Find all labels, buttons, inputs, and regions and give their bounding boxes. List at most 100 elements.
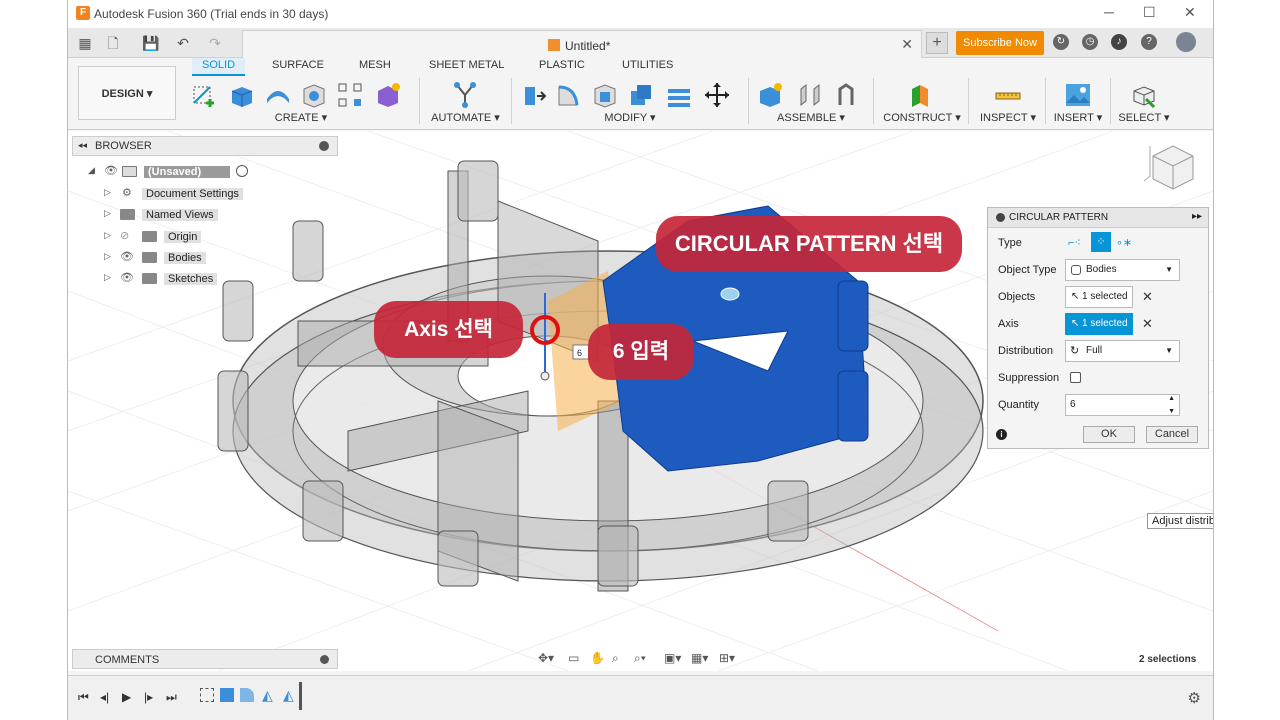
type-faces-icon[interactable]: ∘∗ (1116, 236, 1132, 249)
tree-item-named-views[interactable]: ▷ Named Views (104, 206, 304, 224)
clear-objects-icon[interactable]: ✕ (1142, 289, 1153, 305)
tab-solid[interactable]: SOLID (192, 58, 246, 76)
pan-icon[interactable]: ✋ (590, 651, 605, 665)
view-cube[interactable] (1143, 145, 1194, 190)
clear-axis-icon[interactable]: ✕ (1142, 316, 1153, 332)
look-at-icon[interactable]: ▭ (568, 651, 579, 665)
viewports-icon[interactable]: ⊞▾ (719, 651, 735, 665)
create-menu[interactable]: CREATE ▾ (186, 111, 416, 124)
expand-arrow-icon[interactable]: ▷ (104, 230, 111, 241)
grid-settings-icon[interactable]: ▦▾ (691, 651, 708, 665)
save-icon[interactable]: 💾 (142, 34, 160, 52)
comments-panel[interactable]: COMMENTS (72, 649, 338, 669)
timeline-fillet-icon[interactable] (240, 688, 254, 702)
browser-panel-header[interactable]: ◂◂ BROWSER (72, 136, 338, 156)
expand-arrow-icon[interactable]: ▷ (104, 187, 111, 198)
insert-menu[interactable]: INSERT ▾ (1048, 111, 1108, 124)
rectangular-pattern-icon[interactable] (336, 81, 364, 109)
construct-menu[interactable]: CONSTRUCT ▾ (878, 111, 966, 124)
tab-mesh[interactable]: MESH (359, 58, 391, 76)
collapse-left-icon[interactable]: ◂◂ (78, 140, 87, 151)
automate-menu[interactable]: AUTOMATE ▾ (423, 111, 508, 124)
comments-add-icon[interactable] (320, 655, 329, 664)
maximize-icon[interactable]: ☐ (1143, 4, 1156, 21)
create-form-icon[interactable] (374, 81, 402, 109)
modify-menu[interactable]: MODIFY ▾ (515, 111, 745, 124)
extensions-icon[interactable]: ↻ (1053, 34, 1069, 50)
step-back-icon[interactable]: ◂| (100, 690, 109, 704)
automate-icon[interactable] (451, 81, 479, 109)
distribution-select[interactable]: ↻ Full ▼ (1065, 340, 1180, 362)
job-status-icon[interactable]: ◷ (1082, 34, 1098, 50)
tree-item-origin[interactable]: ▷ ⊘ Origin (104, 228, 304, 246)
tab-utilities[interactable]: UTILITIES (622, 58, 673, 76)
insert-image-icon[interactable] (1064, 81, 1092, 109)
help-icon[interactable]: ? (1141, 34, 1157, 50)
extrude-icon[interactable] (228, 81, 256, 109)
notifications-icon[interactable]: ♪ (1111, 34, 1127, 50)
timeline-marker[interactable] (299, 682, 302, 710)
eye-icon[interactable]: 👁 (120, 250, 134, 263)
expand-arrow-icon[interactable]: ▷ (104, 272, 111, 283)
close-tab-icon[interactable]: ✕ (901, 36, 913, 53)
measure-icon[interactable] (994, 81, 1022, 109)
revolve-icon[interactable] (264, 81, 292, 109)
eye-icon[interactable]: 👁 (120, 271, 134, 284)
redo-icon[interactable]: ↷ (206, 34, 224, 52)
tab-surface[interactable]: SURFACE (272, 58, 324, 76)
tree-item-bodies[interactable]: ▷ 👁 Bodies (104, 249, 304, 267)
tab-plastic[interactable]: PLASTIC (539, 58, 585, 76)
info-icon[interactable]: i (996, 429, 1007, 440)
tab-sheet-metal[interactable]: SHEET METAL (429, 58, 504, 76)
subscribe-button[interactable]: Subscribe Now (956, 31, 1044, 55)
zoom-icon[interactable]: ⌕ (612, 651, 619, 666)
objects-selector[interactable]: ↖ 1 selected (1065, 286, 1133, 308)
fillet-icon[interactable] (555, 81, 583, 109)
play-icon[interactable]: ▶ (122, 690, 131, 704)
timeline-sketch-icon[interactable] (200, 688, 214, 702)
new-tab-button[interactable]: + (926, 32, 948, 54)
object-type-select[interactable]: Bodies ▼ (1065, 259, 1180, 281)
tree-item-sketches[interactable]: ▷ 👁 Sketches (104, 270, 304, 288)
expand-dialog-icon[interactable]: ▸▸ (1192, 211, 1202, 222)
press-pull-icon[interactable] (519, 81, 547, 109)
collapse-arrow-icon[interactable]: ◢ (88, 165, 95, 176)
browser-pin-icon[interactable] (319, 141, 329, 151)
timeline-feature-icon[interactable]: ◭ (262, 687, 273, 704)
hole-icon[interactable] (300, 81, 328, 109)
fit-icon[interactable]: ⌕▾ (634, 651, 646, 666)
undo-icon[interactable]: ↶ (174, 34, 192, 52)
go-to-end-icon[interactable]: ⏭ (166, 690, 177, 705)
timeline-settings-icon[interactable]: ⚙ (1188, 689, 1201, 707)
orbit-icon[interactable]: ✥▾ (538, 651, 554, 665)
go-to-start-icon[interactable]: ⏮ (78, 690, 89, 705)
expand-arrow-icon[interactable]: ▷ (104, 251, 111, 262)
minimize-icon[interactable]: ─ (1104, 4, 1114, 20)
select-menu[interactable]: SELECT ▾ (1114, 111, 1174, 124)
display-settings-icon[interactable]: ▣▾ (664, 651, 681, 665)
suppression-checkbox[interactable] (1070, 372, 1081, 383)
offset-plane-icon[interactable] (906, 81, 934, 109)
type-features-icon[interactable]: ⌐⁖ (1068, 236, 1081, 249)
quantity-stepper[interactable]: ▲ ▼ (1168, 392, 1175, 418)
split-body-icon[interactable] (665, 81, 693, 109)
cancel-button[interactable]: Cancel (1146, 426, 1198, 443)
timeline-extrude-icon[interactable] (220, 688, 234, 702)
collapse-dialog-icon[interactable] (996, 213, 1005, 222)
select-icon[interactable] (1130, 81, 1158, 109)
avatar[interactable] (1176, 32, 1196, 52)
app-grid-icon[interactable]: ▦ (76, 34, 94, 52)
joint-icon[interactable] (796, 81, 824, 109)
quantity-input[interactable]: 6 ▲ ▼ (1065, 394, 1180, 416)
close-window-icon[interactable]: ✕ (1184, 4, 1196, 21)
combine-icon[interactable] (627, 81, 655, 109)
workspace-switcher[interactable]: DESIGN ▾ (78, 66, 176, 120)
type-bodies-icon[interactable]: ⁘ (1091, 232, 1111, 252)
document-tab[interactable]: Untitled* ✕ (242, 30, 922, 58)
file-icon[interactable]: 🗋 (104, 34, 122, 52)
tree-root[interactable]: ◢ 👁 (Unsaved) (88, 163, 258, 181)
inspect-menu[interactable]: INSPECT ▾ (972, 111, 1044, 124)
assemble-menu[interactable]: ASSEMBLE ▾ (752, 111, 870, 124)
as-built-joint-icon[interactable] (832, 81, 860, 109)
hidden-eye-icon[interactable]: ⊘ (120, 229, 129, 242)
